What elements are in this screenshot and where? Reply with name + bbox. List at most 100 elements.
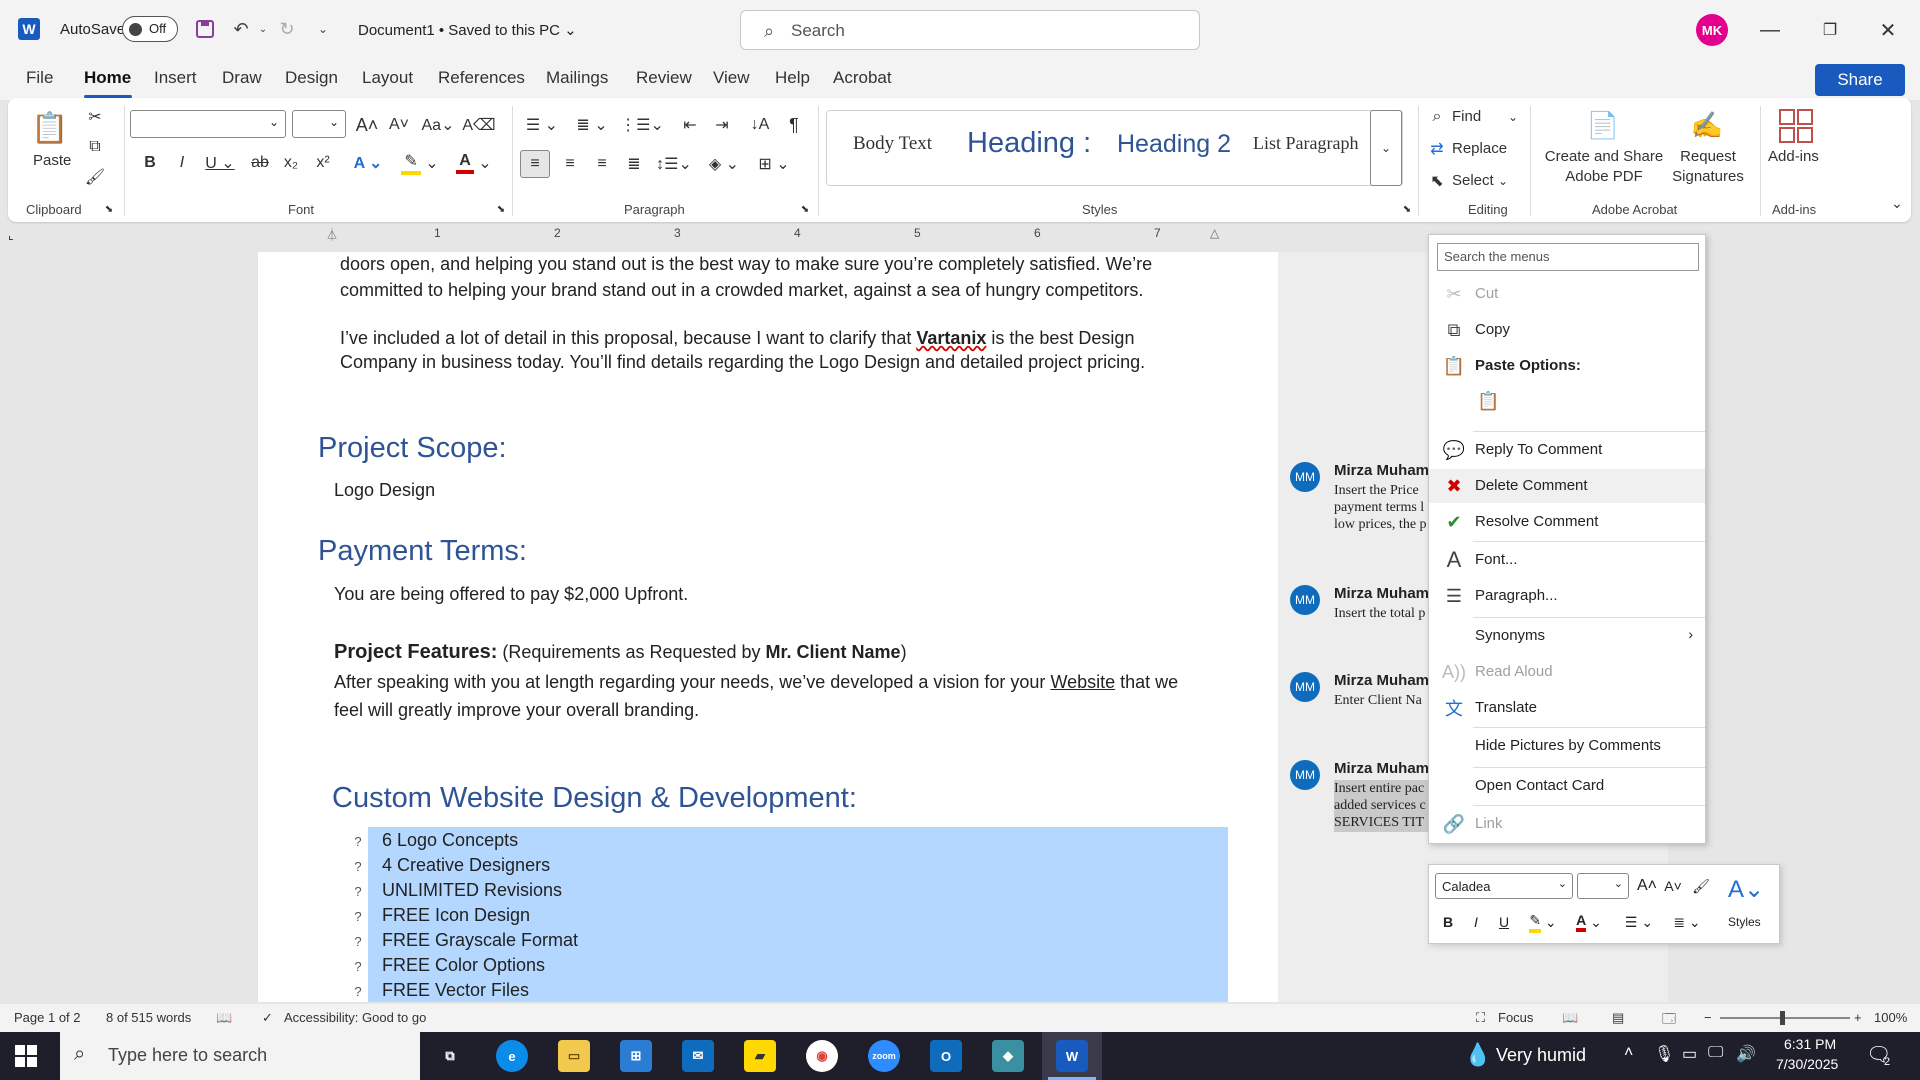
tab-draw[interactable]: Draw: [222, 68, 262, 88]
create-share-label-1[interactable]: Create and Share: [1544, 148, 1664, 165]
document-title[interactable]: Document1 • Saved to this PC ⌄: [358, 21, 577, 39]
borders-icon[interactable]: ⊞ ⌄: [754, 150, 794, 178]
clock-time[interactable]: 6:31 PM: [1784, 1036, 1836, 1052]
volume-icon[interactable]: 🔊: [1736, 1044, 1756, 1064]
edge-icon[interactable]: e: [496, 1040, 528, 1072]
sticky-notes-icon[interactable]: ▰: [744, 1040, 776, 1072]
tab-mailings[interactable]: Mailings: [546, 68, 608, 88]
mini-bold-icon[interactable]: B: [1437, 909, 1459, 935]
select-label[interactable]: Select: [1452, 172, 1494, 189]
menu-item-delete-comment[interactable]: ✖ Delete Comment: [1429, 469, 1705, 503]
decrease-indent-icon[interactable]: ⇤: [676, 112, 704, 138]
tab-selector-icon[interactable]: ⌞: [8, 228, 20, 242]
battery-icon[interactable]: ▭: [1682, 1044, 1697, 1064]
minimize-icon[interactable]: —: [1750, 14, 1790, 46]
zoom-level[interactable]: 100%: [1874, 1010, 1907, 1025]
tab-insert[interactable]: Insert: [154, 68, 197, 88]
app-diamond-icon[interactable]: ◆: [992, 1040, 1024, 1072]
weather-text[interactable]: Very humid: [1496, 1045, 1586, 1066]
italic-icon[interactable]: I: [170, 150, 194, 176]
font-name-combo[interactable]: ⌄: [130, 110, 286, 138]
tab-review[interactable]: Review: [636, 68, 692, 88]
right-indent-marker-icon[interactable]: △: [1210, 226, 1219, 240]
mini-italic-icon[interactable]: I: [1465, 909, 1487, 935]
horizontal-ruler[interactable]: 1 2 3 4 5 6 7 ⏃ △: [258, 224, 1278, 246]
superscript-icon[interactable]: x²: [310, 150, 336, 176]
menu-item-synonyms[interactable]: Synonyms ›: [1429, 619, 1705, 653]
highlight-icon[interactable]: ✎ ⌄: [398, 150, 442, 176]
mini-underline-icon[interactable]: U: [1493, 909, 1515, 935]
request-signatures-label-1[interactable]: Request: [1668, 148, 1748, 165]
tab-view[interactable]: View: [713, 68, 750, 88]
style-heading-1[interactable]: Heading :: [967, 127, 1091, 160]
request-signatures-label-2[interactable]: Signatures: [1663, 168, 1753, 185]
zoom-slider[interactable]: [1720, 1017, 1850, 1019]
task-view-icon[interactable]: ⧉: [434, 1040, 466, 1072]
chrome-icon[interactable]: ◉: [806, 1040, 838, 1072]
mini-font-name-combo[interactable]: Caladea ⌄: [1435, 873, 1573, 899]
request-signatures-icon[interactable]: ✍: [1690, 108, 1724, 142]
word-taskbar-icon[interactable]: W: [1056, 1040, 1088, 1072]
user-avatar[interactable]: MK: [1696, 14, 1728, 46]
read-mode-icon[interactable]: 📖: [1562, 1010, 1578, 1026]
zoom-app-icon[interactable]: zoom: [868, 1040, 900, 1072]
menu-item-hide-pictures[interactable]: Hide Pictures by Comments: [1429, 729, 1705, 763]
numbering-icon[interactable]: ≣ ⌄: [570, 112, 614, 138]
tab-references[interactable]: References: [438, 68, 525, 88]
zoom-out-icon[interactable]: −: [1704, 1010, 1712, 1025]
menu-item-open-contact-card[interactable]: Open Contact Card: [1429, 769, 1705, 803]
tab-design[interactable]: Design: [285, 68, 338, 88]
tab-acrobat[interactable]: Acrobat: [833, 68, 892, 88]
focus-mode[interactable]: Focus: [1498, 1010, 1533, 1025]
customize-toolbar-icon[interactable]: ⌄: [310, 16, 336, 42]
file-explorer-icon[interactable]: ▭: [558, 1040, 590, 1072]
word-count[interactable]: 8 of 515 words: [106, 1010, 191, 1025]
add-ins-icon[interactable]: [1776, 106, 1816, 146]
increase-indent-icon[interactable]: ⇥: [708, 112, 736, 138]
create-pdf-icon[interactable]: 📄: [1586, 108, 1620, 142]
find-label[interactable]: Find: [1452, 108, 1481, 125]
select-icon[interactable]: ⬉: [1426, 170, 1448, 192]
grow-font-icon[interactable]: A˄: [354, 112, 380, 138]
paste-label[interactable]: Paste: [33, 152, 71, 169]
replace-label[interactable]: Replace: [1452, 140, 1507, 157]
tab-file[interactable]: File: [26, 68, 53, 88]
sort-icon[interactable]: ↓A: [746, 112, 774, 138]
show-formatting-icon[interactable]: ¶: [780, 112, 808, 138]
clock-date[interactable]: 7/30/2025: [1776, 1056, 1838, 1072]
menu-item-link[interactable]: 🔗 Link: [1429, 807, 1705, 841]
undo-dropdown-icon[interactable]: ⌄: [250, 16, 276, 42]
mini-styles-icon[interactable]: A⌄: [1721, 871, 1771, 907]
copy-icon[interactable]: ⧉: [84, 136, 106, 158]
replace-icon[interactable]: ⇄: [1426, 138, 1448, 160]
outlook-icon[interactable]: O: [930, 1040, 962, 1072]
print-layout-icon[interactable]: ▤: [1612, 1010, 1624, 1026]
select-dropdown-icon[interactable]: ⌄: [1494, 170, 1512, 192]
document-page[interactable]: doors open, and helping you stand out is…: [258, 252, 1278, 1002]
save-icon[interactable]: [192, 16, 218, 42]
weather-icon[interactable]: 💧: [1464, 1042, 1491, 1068]
close-icon[interactable]: ✕: [1868, 14, 1908, 46]
zoom-in-icon[interactable]: +: [1854, 1010, 1862, 1025]
mini-font-color-icon[interactable]: A ⌄: [1569, 909, 1609, 935]
styles-launcher-icon[interactable]: ⬊: [1400, 202, 1414, 216]
format-painter-icon[interactable]: 🖌: [84, 166, 106, 188]
windows-start-icon[interactable]: [14, 1044, 38, 1068]
menu-item-read-aloud[interactable]: A)) Read Aloud: [1429, 655, 1705, 689]
menu-item-cut[interactable]: ✂ Cut: [1429, 277, 1705, 311]
mini-format-painter-icon[interactable]: 🖌: [1689, 873, 1713, 899]
tray-overflow-icon[interactable]: ˄: [1624, 1044, 1633, 1062]
cut-icon[interactable]: ✂: [84, 106, 106, 128]
mail-icon[interactable]: ✉: [682, 1040, 714, 1072]
microphone-icon[interactable]: 🎙: [1654, 1044, 1674, 1064]
styles-expand-icon[interactable]: ⌄: [1370, 110, 1402, 186]
store-icon[interactable]: ⊞: [620, 1040, 652, 1072]
line-spacing-icon[interactable]: ↕☰⌄: [654, 150, 694, 178]
website-link[interactable]: Website: [1050, 672, 1115, 692]
create-share-label-2[interactable]: Adobe PDF: [1544, 168, 1664, 185]
strikethrough-icon[interactable]: ab: [246, 150, 274, 176]
add-ins-button-label[interactable]: Add-ins: [1768, 148, 1819, 165]
text-effects-icon[interactable]: A ⌄: [348, 150, 388, 176]
collapse-ribbon-icon[interactable]: ⌄: [1888, 194, 1906, 212]
tab-layout[interactable]: Layout: [362, 68, 413, 88]
